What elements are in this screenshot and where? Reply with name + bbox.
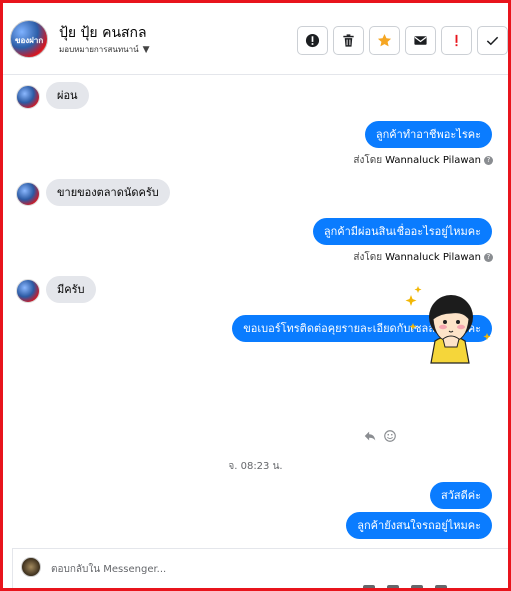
caret-down-icon: ▼ [142,44,150,55]
question-icon[interactable]: ? [484,253,493,262]
check-icon [486,36,499,46]
mark-done-button[interactable] [477,26,508,55]
mark-important-button[interactable] [441,26,472,55]
contact-avatar-small [16,85,40,109]
question-icon[interactable]: ? [484,156,493,165]
exclamation-icon [455,34,458,47]
conversation-header: ของฝาก ปุ้ย ปุ้ย คนสกล มอบหมายการสนทนาน์… [3,3,508,75]
sent-by-name[interactable]: Wannaluck Pilawan [385,155,481,166]
reply-icon[interactable] [363,429,377,443]
message-list[interactable]: ผ่อน ลูกค้าทำอาชีพอะไรคะ ส่งโดย Wannaluc… [3,76,508,548]
sticker-image[interactable] [405,285,495,365]
assign-label: มอบหมายการสนทนาน์ [59,45,139,54]
sent-by-name[interactable]: Wannaluck Pilawan [385,252,481,263]
smiley-icon[interactable] [383,429,397,443]
sent-by-label: ส่งโดย Wannaluck Pilawan ? [353,250,493,265]
assign-conversation-dropdown[interactable]: มอบหมายการสนทนาน์ ▼ [59,43,150,56]
composer-tool-icon[interactable] [363,585,375,588]
sent-by-prefix: ส่งโดย [353,155,383,166]
mark-unread-button[interactable] [405,26,436,55]
reply-input[interactable]: ตอบกลับใน Messenger... [51,562,166,577]
outgoing-message[interactable]: ลูกค้ามีผ่อนสินเชื่ออะไรอยู่ไหมคะ [312,218,492,245]
composer-toolbar [363,585,453,588]
page-avatar [21,557,41,577]
contact-avatar[interactable]: ของฝาก [10,20,48,58]
incoming-message[interactable]: มีครับ [46,276,96,303]
incoming-message[interactable]: ผ่อน [46,82,89,109]
incoming-message[interactable]: ขายของตลาดนัดครับ [46,179,170,206]
contact-name[interactable]: ปุ้ย ปุ้ย คนสกล [59,22,147,44]
contact-avatar-small [16,182,40,206]
composer-tool-icon[interactable] [411,585,423,588]
timestamp: จ. 08:23 น. [228,461,283,472]
envelope-icon [414,36,427,45]
header-toolbar [297,26,508,55]
outgoing-message[interactable]: ลูกค้ายังสนใจรถอยู่ไหมคะ [346,512,492,539]
sent-by-label: ส่งโดย Wannaluck Pilawan ? [353,153,493,168]
conversation-panel: ของฝาก ปุ้ย ปุ้ย คนสกล มอบหมายการสนทนาน์… [0,0,511,591]
avatar-logo-text: ของฝาก [15,36,44,45]
outgoing-message[interactable]: สวัสดีค่ะ [429,482,492,509]
star-button[interactable] [369,26,400,55]
message-actions [363,429,397,443]
trash-icon [343,34,354,47]
delete-button[interactable] [333,26,364,55]
composer-tool-icon[interactable] [435,585,447,588]
outgoing-message[interactable]: ลูกค้าทำอาชีพอะไรคะ [364,121,492,148]
star-icon [377,33,392,47]
composer-tool-icon[interactable] [387,585,399,588]
alert-circle-icon [305,33,320,48]
reply-composer[interactable]: ตอบกลับใน Messenger... [12,548,508,588]
mark-spam-button[interactable] [297,26,328,55]
sent-by-prefix: ส่งโดย [353,252,383,263]
contact-avatar-small [16,279,40,303]
